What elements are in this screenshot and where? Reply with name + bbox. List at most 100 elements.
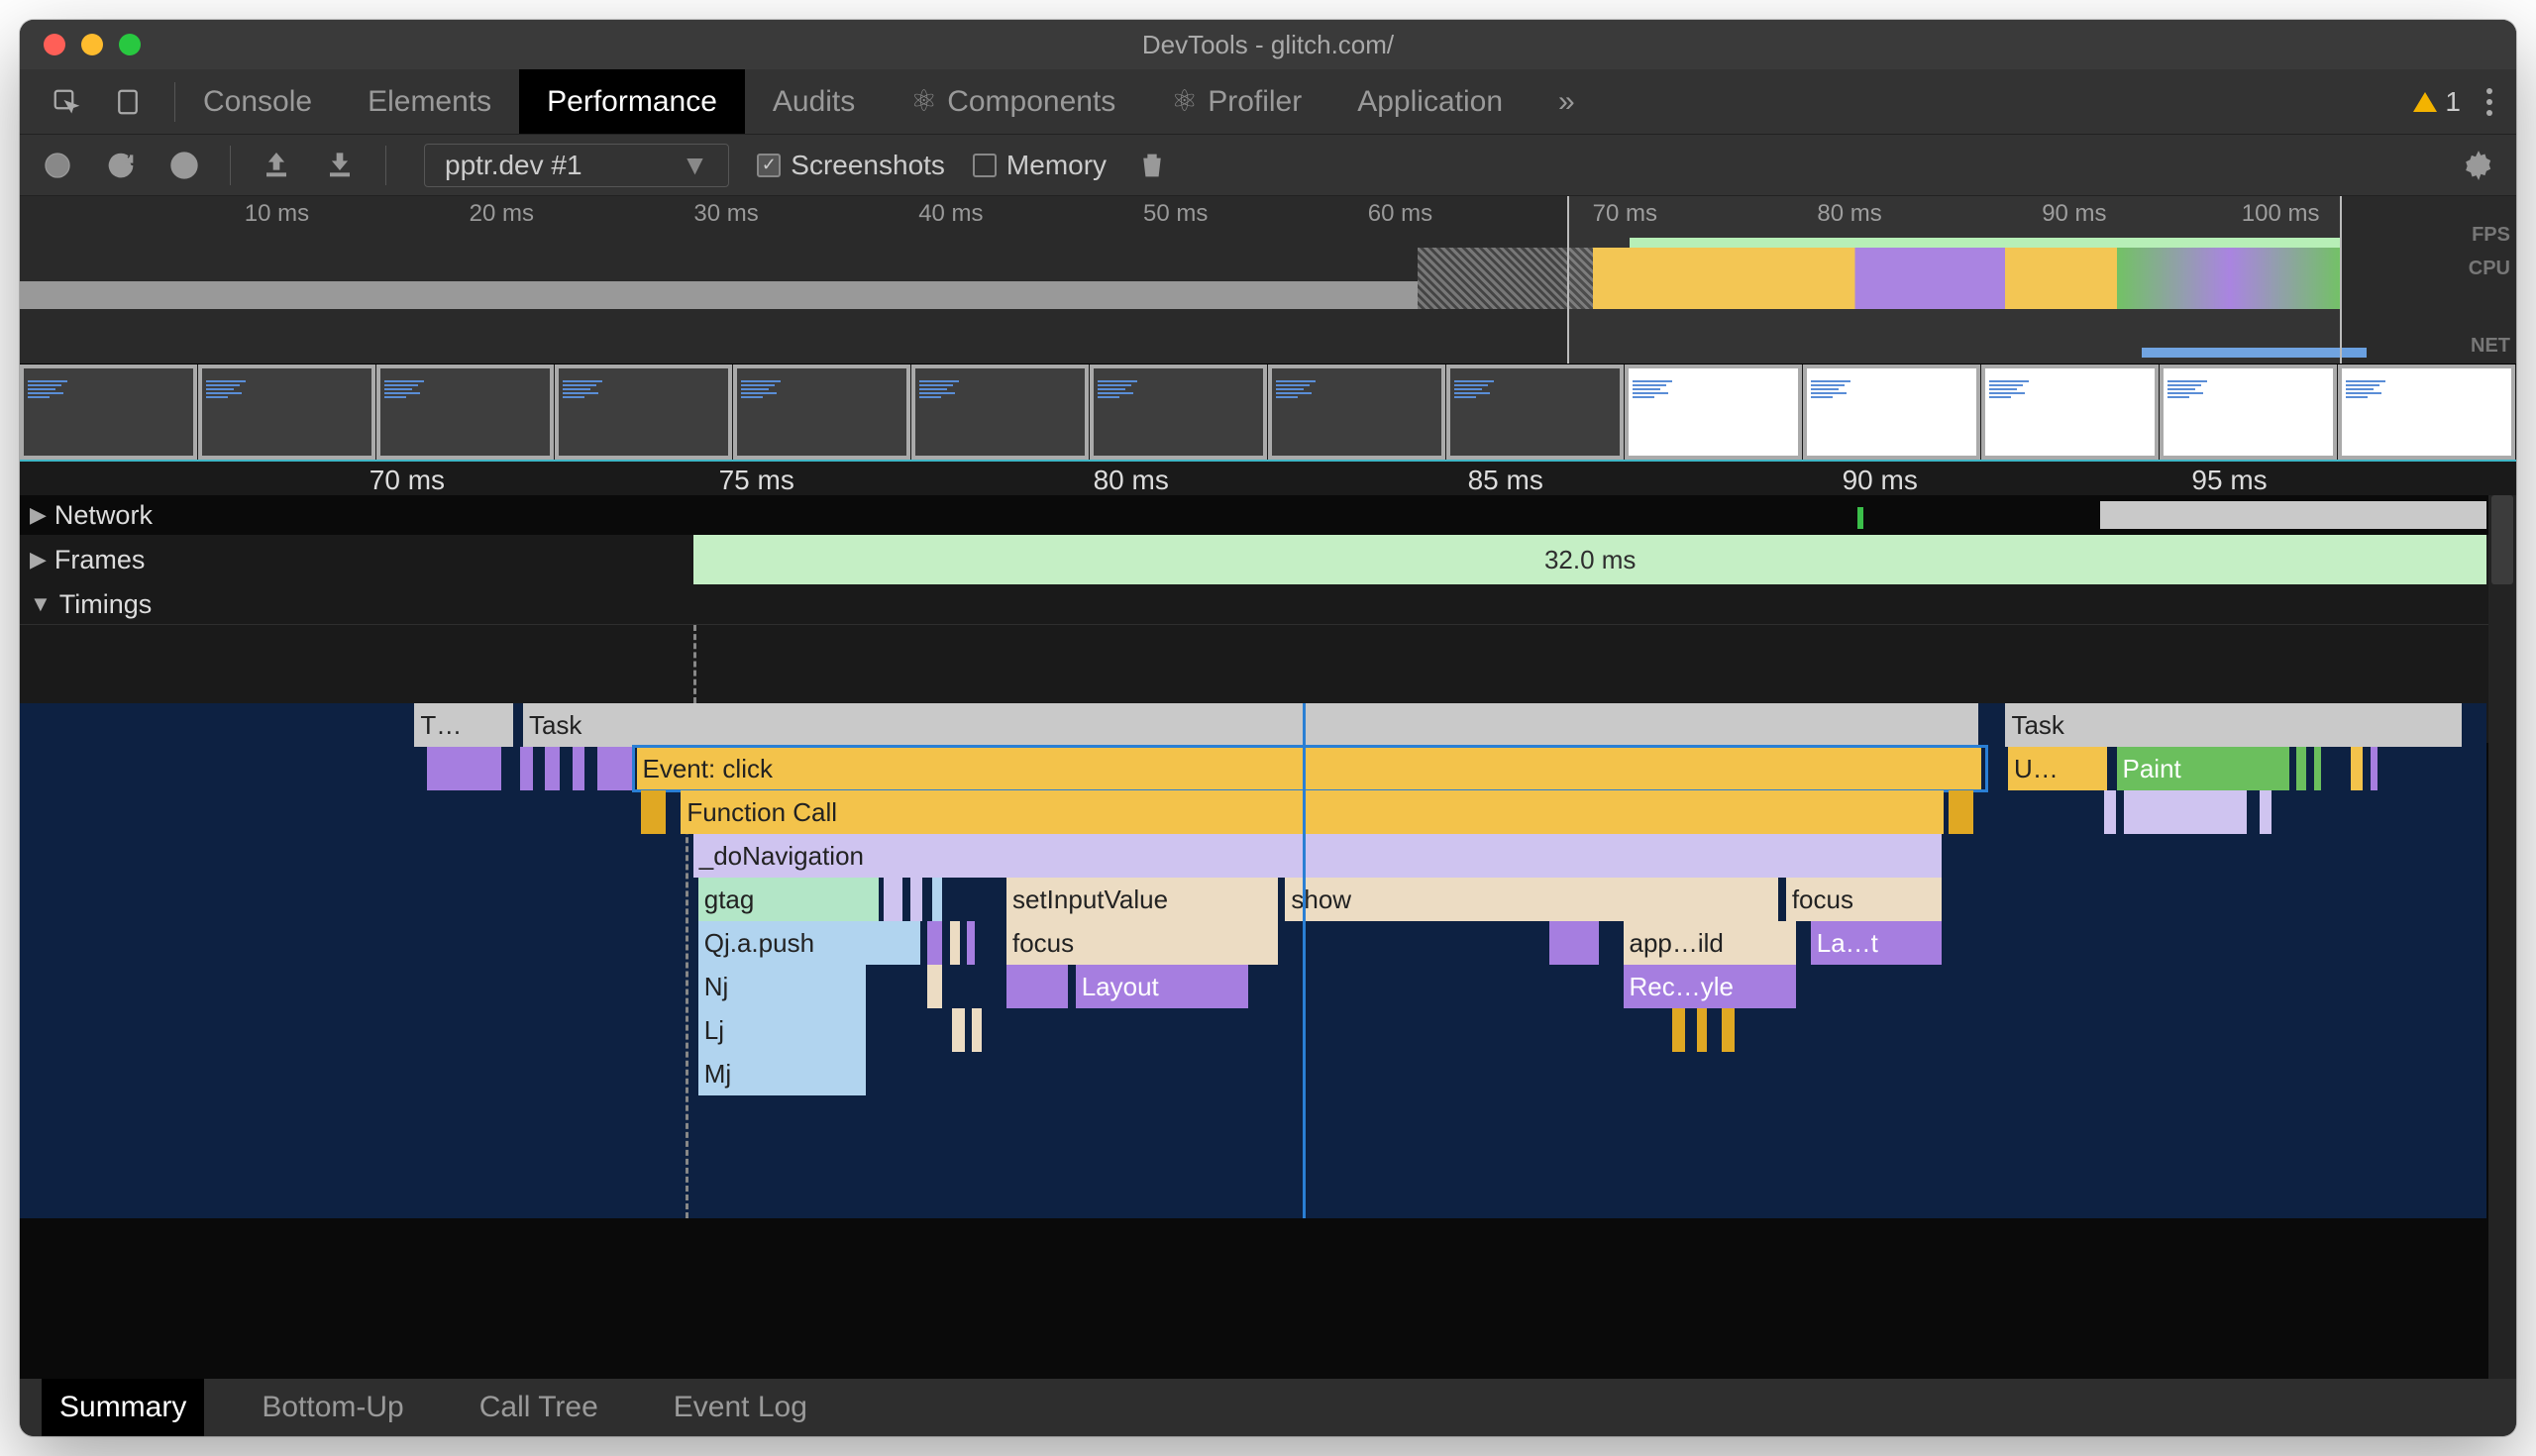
- scrollbar-thumb[interactable]: [2491, 495, 2513, 584]
- screenshot-thumb[interactable]: [1268, 364, 1446, 460]
- flame-stripe: [952, 1008, 964, 1052]
- flame-stripe: [967, 921, 974, 965]
- main-flame-chart[interactable]: T… Task Task Event: click U… Paint Funct…: [20, 703, 2486, 1218]
- screenshot-thumb[interactable]: [198, 364, 376, 460]
- maximize-window-button[interactable]: [119, 34, 141, 55]
- flame-gtag[interactable]: gtag: [698, 878, 879, 921]
- flame-do-navigation[interactable]: _doNavigation: [693, 834, 1942, 878]
- timings-lane-header[interactable]: ▼Timings: [20, 584, 2516, 624]
- device-toggle-icon[interactable]: [111, 85, 145, 119]
- vertical-scrollbar[interactable]: [2488, 495, 2516, 1379]
- screenshot-thumb[interactable]: [555, 364, 733, 460]
- frames-label: Frames: [54, 545, 146, 575]
- reload-record-button[interactable]: [103, 148, 139, 183]
- screenshot-thumb[interactable]: [1090, 364, 1268, 460]
- screenshot-thumb[interactable]: [1625, 364, 1803, 460]
- timings-label: Timings: [59, 589, 153, 620]
- flame-stripe: [1006, 965, 1068, 1008]
- flame-stripe: [520, 747, 532, 790]
- flame-focus2[interactable]: focus: [1006, 921, 1278, 965]
- overview-selection[interactable]: [1567, 196, 2341, 364]
- flame-qj[interactable]: Qj.a.push: [698, 921, 920, 965]
- frame-duration: 32.0 ms: [1544, 545, 1637, 575]
- screenshot-thumb[interactable]: [1803, 364, 1981, 460]
- flame-show[interactable]: show: [1285, 878, 1778, 921]
- flame-stripe: [927, 921, 942, 965]
- save-profile-icon[interactable]: [322, 148, 358, 183]
- flame-set-input[interactable]: setInputValue: [1006, 878, 1278, 921]
- inspect-element-icon[interactable]: [50, 85, 83, 119]
- flame-u[interactable]: U…: [2008, 747, 2107, 790]
- frame-bar[interactable]: 32.0 ms: [693, 535, 2486, 584]
- ruler-tick: 80 ms: [1094, 465, 1169, 496]
- footer-tab-call-tree[interactable]: Call Tree: [462, 1379, 616, 1436]
- network-marker: [1857, 507, 1863, 529]
- screenshot-thumb[interactable]: [20, 364, 198, 460]
- flame-stripe: [2296, 747, 2306, 790]
- record-button[interactable]: [40, 148, 75, 183]
- minimize-window-button[interactable]: [81, 34, 103, 55]
- flame-chart-area[interactable]: ▶Network ▶Frames 32.0 ms ▼Timings ▼Main …: [20, 495, 2516, 1379]
- clear-button[interactable]: [166, 148, 202, 183]
- flame-paint[interactable]: Paint: [2117, 747, 2289, 790]
- footer-tab-bottom-up[interactable]: Bottom-Up: [244, 1379, 421, 1436]
- tab-audits[interactable]: Audits: [745, 69, 883, 134]
- detail-tabs: Summary Bottom-Up Call Tree Event Log: [20, 1379, 2516, 1436]
- screenshots-checkbox[interactable]: ✓ Screenshots: [757, 150, 945, 181]
- flame-task[interactable]: Task: [523, 703, 1978, 747]
- screenshot-thumb[interactable]: [2338, 364, 2516, 460]
- screenshot-thumb[interactable]: [1981, 364, 2160, 460]
- flame-nj[interactable]: Nj: [698, 965, 866, 1008]
- tab-profiler[interactable]: ⚛Profiler: [1143, 69, 1329, 134]
- flame-stripe: [932, 878, 942, 921]
- flame-stripe: [2351, 747, 2363, 790]
- ov-tick: 60 ms: [1368, 200, 1432, 228]
- tab-console[interactable]: Console: [175, 69, 340, 134]
- screenshot-thumb[interactable]: [2160, 364, 2338, 460]
- flame-stripe: [972, 1008, 982, 1052]
- flame-lj[interactable]: Lj: [698, 1008, 866, 1052]
- tab-application[interactable]: Application: [1329, 69, 1531, 134]
- recording-select[interactable]: pptr.dev #1 ▼: [424, 144, 729, 187]
- tab-elements[interactable]: Elements: [340, 69, 519, 134]
- tab-performance[interactable]: Performance: [519, 69, 745, 134]
- network-bar: [2100, 501, 2486, 529]
- screenshot-thumb[interactable]: [1446, 364, 1625, 460]
- flame-task[interactable]: Task: [2005, 703, 2462, 747]
- flame-function-call[interactable]: Function Call: [681, 790, 1944, 834]
- more-menu-icon[interactable]: [2486, 88, 2492, 116]
- close-window-button[interactable]: [44, 34, 65, 55]
- footer-tab-event-log[interactable]: Event Log: [656, 1379, 825, 1436]
- ruler-tick: 85 ms: [1468, 465, 1543, 496]
- settings-gear-icon[interactable]: [2461, 148, 2496, 183]
- playhead[interactable]: [1303, 703, 1306, 1218]
- flame-stripe: [1949, 790, 1973, 834]
- flame-stripe: [427, 747, 501, 790]
- tab-components[interactable]: ⚛Components: [883, 69, 1143, 134]
- flame-stripe: [2104, 790, 2116, 834]
- warnings-badge[interactable]: 1: [2413, 86, 2461, 118]
- memory-checkbox[interactable]: Memory: [973, 150, 1107, 181]
- flame-task[interactable]: T…: [414, 703, 513, 747]
- screenshot-thumb[interactable]: [733, 364, 911, 460]
- flame-focus[interactable]: focus: [1786, 878, 1942, 921]
- flame-lat[interactable]: La…t: [1811, 921, 1942, 965]
- flame-rec-style[interactable]: Rec…yle: [1624, 965, 1796, 1008]
- screenshot-thumb[interactable]: [911, 364, 1090, 460]
- screenshot-thumb[interactable]: [376, 364, 555, 460]
- memory-label: Memory: [1006, 150, 1107, 181]
- screenshots-filmstrip[interactable]: [20, 364, 2516, 462]
- gc-button[interactable]: [1134, 148, 1170, 183]
- footer-tab-summary[interactable]: Summary: [42, 1379, 204, 1436]
- load-profile-icon[interactable]: [259, 148, 294, 183]
- ruler-tick: 70 ms: [370, 465, 445, 496]
- frames-lane[interactable]: ▶Frames 32.0 ms: [20, 535, 2516, 584]
- flame-layout[interactable]: Layout: [1076, 965, 1248, 1008]
- flame-stripe: [2314, 747, 2321, 790]
- network-lane-header[interactable]: ▶Network: [20, 495, 2516, 535]
- flame-app-ild[interactable]: app…ild: [1624, 921, 1796, 965]
- flame-mj[interactable]: Mj: [698, 1052, 866, 1095]
- tab-overflow[interactable]: »: [1531, 69, 1603, 134]
- overview-timeline[interactable]: 10 ms 20 ms 30 ms 40 ms 50 ms 60 ms 70 m…: [20, 196, 2516, 364]
- panel-tabs: Console Elements Performance Audits ⚛Com…: [175, 69, 1603, 134]
